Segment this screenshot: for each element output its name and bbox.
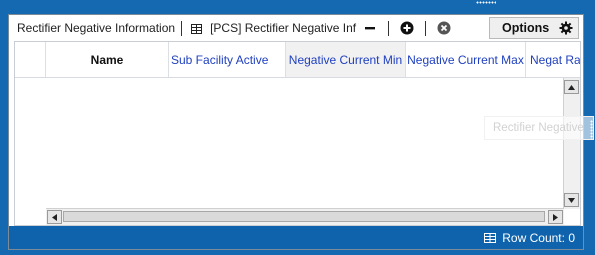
scroll-down-button[interactable]	[564, 193, 579, 207]
collapse-button[interactable]	[358, 18, 382, 38]
minus-icon	[365, 27, 376, 30]
grid-header-row: Name Sub Facility Active Negative Curren…	[15, 42, 580, 78]
column-header-name[interactable]: Name	[46, 42, 169, 78]
scroll-up-button[interactable]	[564, 80, 579, 94]
toolbar-separator	[388, 20, 390, 36]
horizontal-scrollbar[interactable]	[46, 208, 564, 225]
scroll-right-button[interactable]	[548, 210, 563, 224]
options-label: Options	[502, 21, 550, 35]
add-button[interactable]	[395, 18, 419, 38]
gear-icon	[559, 21, 573, 35]
table-icon	[484, 232, 497, 243]
row-count-label: Row Count:	[502, 230, 565, 245]
toolbar-separator	[181, 20, 183, 36]
column-header-negative-current-min[interactable]: Negative Current Min	[286, 42, 406, 78]
plus-circle-icon	[400, 21, 414, 35]
arrow-left-icon	[52, 213, 57, 221]
panel-title: Rectifier Negative Information	[17, 21, 176, 35]
column-header-sub-facility-active[interactable]: Sub Facility Active	[169, 42, 286, 78]
status-bar: Row Count: 0	[9, 226, 583, 249]
horizontal-scroll-thumb[interactable]	[63, 211, 545, 222]
remove-button[interactable]	[432, 18, 456, 38]
row-selector-header[interactable]	[15, 42, 46, 78]
vertical-scrollbar[interactable]	[563, 78, 580, 209]
column-header-negative-current-max[interactable]: Negative Current Max	[406, 42, 526, 78]
scroll-left-button[interactable]	[47, 210, 62, 224]
top-drag-grip[interactable]	[476, 1, 496, 4]
arrow-down-icon	[568, 197, 575, 203]
table-icon	[191, 23, 203, 34]
row-count-value: 0	[568, 230, 575, 245]
column-header-negative-ra[interactable]: Negat Ra	[526, 42, 580, 78]
panel-toolbar: Rectifier Negative Information [PCS] Rec…	[9, 15, 583, 41]
options-button[interactable]: Options	[489, 17, 579, 39]
arrow-right-icon	[553, 213, 558, 221]
view-selector[interactable]: [PCS] Rectifier Negative Inf	[210, 21, 358, 35]
arrow-up-icon	[568, 84, 575, 90]
toolbar-separator	[425, 20, 427, 36]
row-count: Row Count: 0	[502, 231, 575, 245]
drag-ghost-tooltip: Rectifier Negative	[484, 116, 594, 140]
close-circle-icon	[437, 21, 451, 35]
